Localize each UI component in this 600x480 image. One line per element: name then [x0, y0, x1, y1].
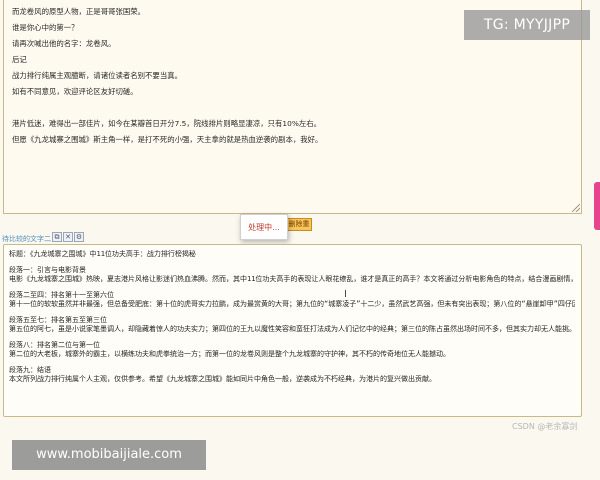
result-text-area[interactable]: 标题：《九龙城寨之围城》中11位功夫高手：战力排行榜揭秘 段落一：引言与电影背景… [3, 244, 582, 417]
csdn-watermark: CSDN @老余寡剑 [512, 422, 578, 431]
clear-icon[interactable]: ✕ [63, 232, 73, 242]
result-title: 标题：《九龙城寨之围城》中11位功夫高手：战力排行榜揭秘 [9, 250, 196, 258]
copy-icon[interactable]: ⧉ [52, 232, 62, 242]
source-line: 港片低迷，难得出一部佳片，如今在某瓣首日开分7.5，院线排片则略显凄凉，只有10… [12, 119, 322, 128]
result-line: 段落五至七：排名第五至第三位 [9, 315, 107, 324]
result-line: 电影《九龙城寨之围城》热映，夏志港片风格让影迷们热血沸腾。然而，其中11位功夫高… [9, 275, 575, 283]
compare-text-two-label: 待比较的文字二 [2, 235, 51, 243]
settings-icon[interactable]: ⚙ [74, 232, 84, 242]
source-line: 后记 [12, 55, 27, 64]
result-line: 第十一位的软软虽然并非最强，但总备受肥底：第十位的虎哥实力拉鹏，成为最赏黄的大哥… [9, 300, 575, 308]
resize-grip-icon[interactable] [572, 204, 580, 212]
result-line: 段落八：排名第二位与第一位 [9, 340, 100, 349]
text-cursor-icon: I [344, 289, 347, 300]
watermark-top: TG: MYYJJPP [464, 10, 590, 40]
source-line-blank [12, 100, 573, 116]
result-line: 段落一：引言与电影背景 [9, 265, 86, 274]
result-line: 段落九：结语 [9, 365, 51, 374]
side-tab[interactable] [594, 182, 600, 230]
watermark-bottom: www.mobibaijiale.com [12, 440, 206, 470]
source-line: 但愿《九龙城寨之围城》斯主角一样，是打不死的小强，天主拿的就是热血逆袭的剧本，我… [12, 135, 323, 144]
source-line: 如有不同意见，欢迎评论区友好切磋。 [12, 87, 138, 96]
processing-popup: 处理中... [240, 214, 288, 240]
result-line: 本文所列战力排行纯属个人主观，仅供参考。希望《九龙城寨之围城》能如同片中角色一般… [9, 375, 436, 383]
result-line: 段落二至四：排名第十一至第六位 [9, 290, 114, 299]
source-line: 战力排行纯属主观臆断，请诸位读者名别不要当真。 [12, 71, 182, 80]
dedupe-button[interactable]: 删除重 [286, 218, 312, 231]
result-line: 第五位的阿七，虽是小说家笔墨调人，却隐藏着惊人的功夫实力；第四位的王九以魔性笑容… [9, 325, 575, 333]
result-line: 第二位的大老板，城寨外的霸主，以横练功夫和虎拳统治一方；而第一位的龙卷风则是整个… [9, 350, 450, 358]
